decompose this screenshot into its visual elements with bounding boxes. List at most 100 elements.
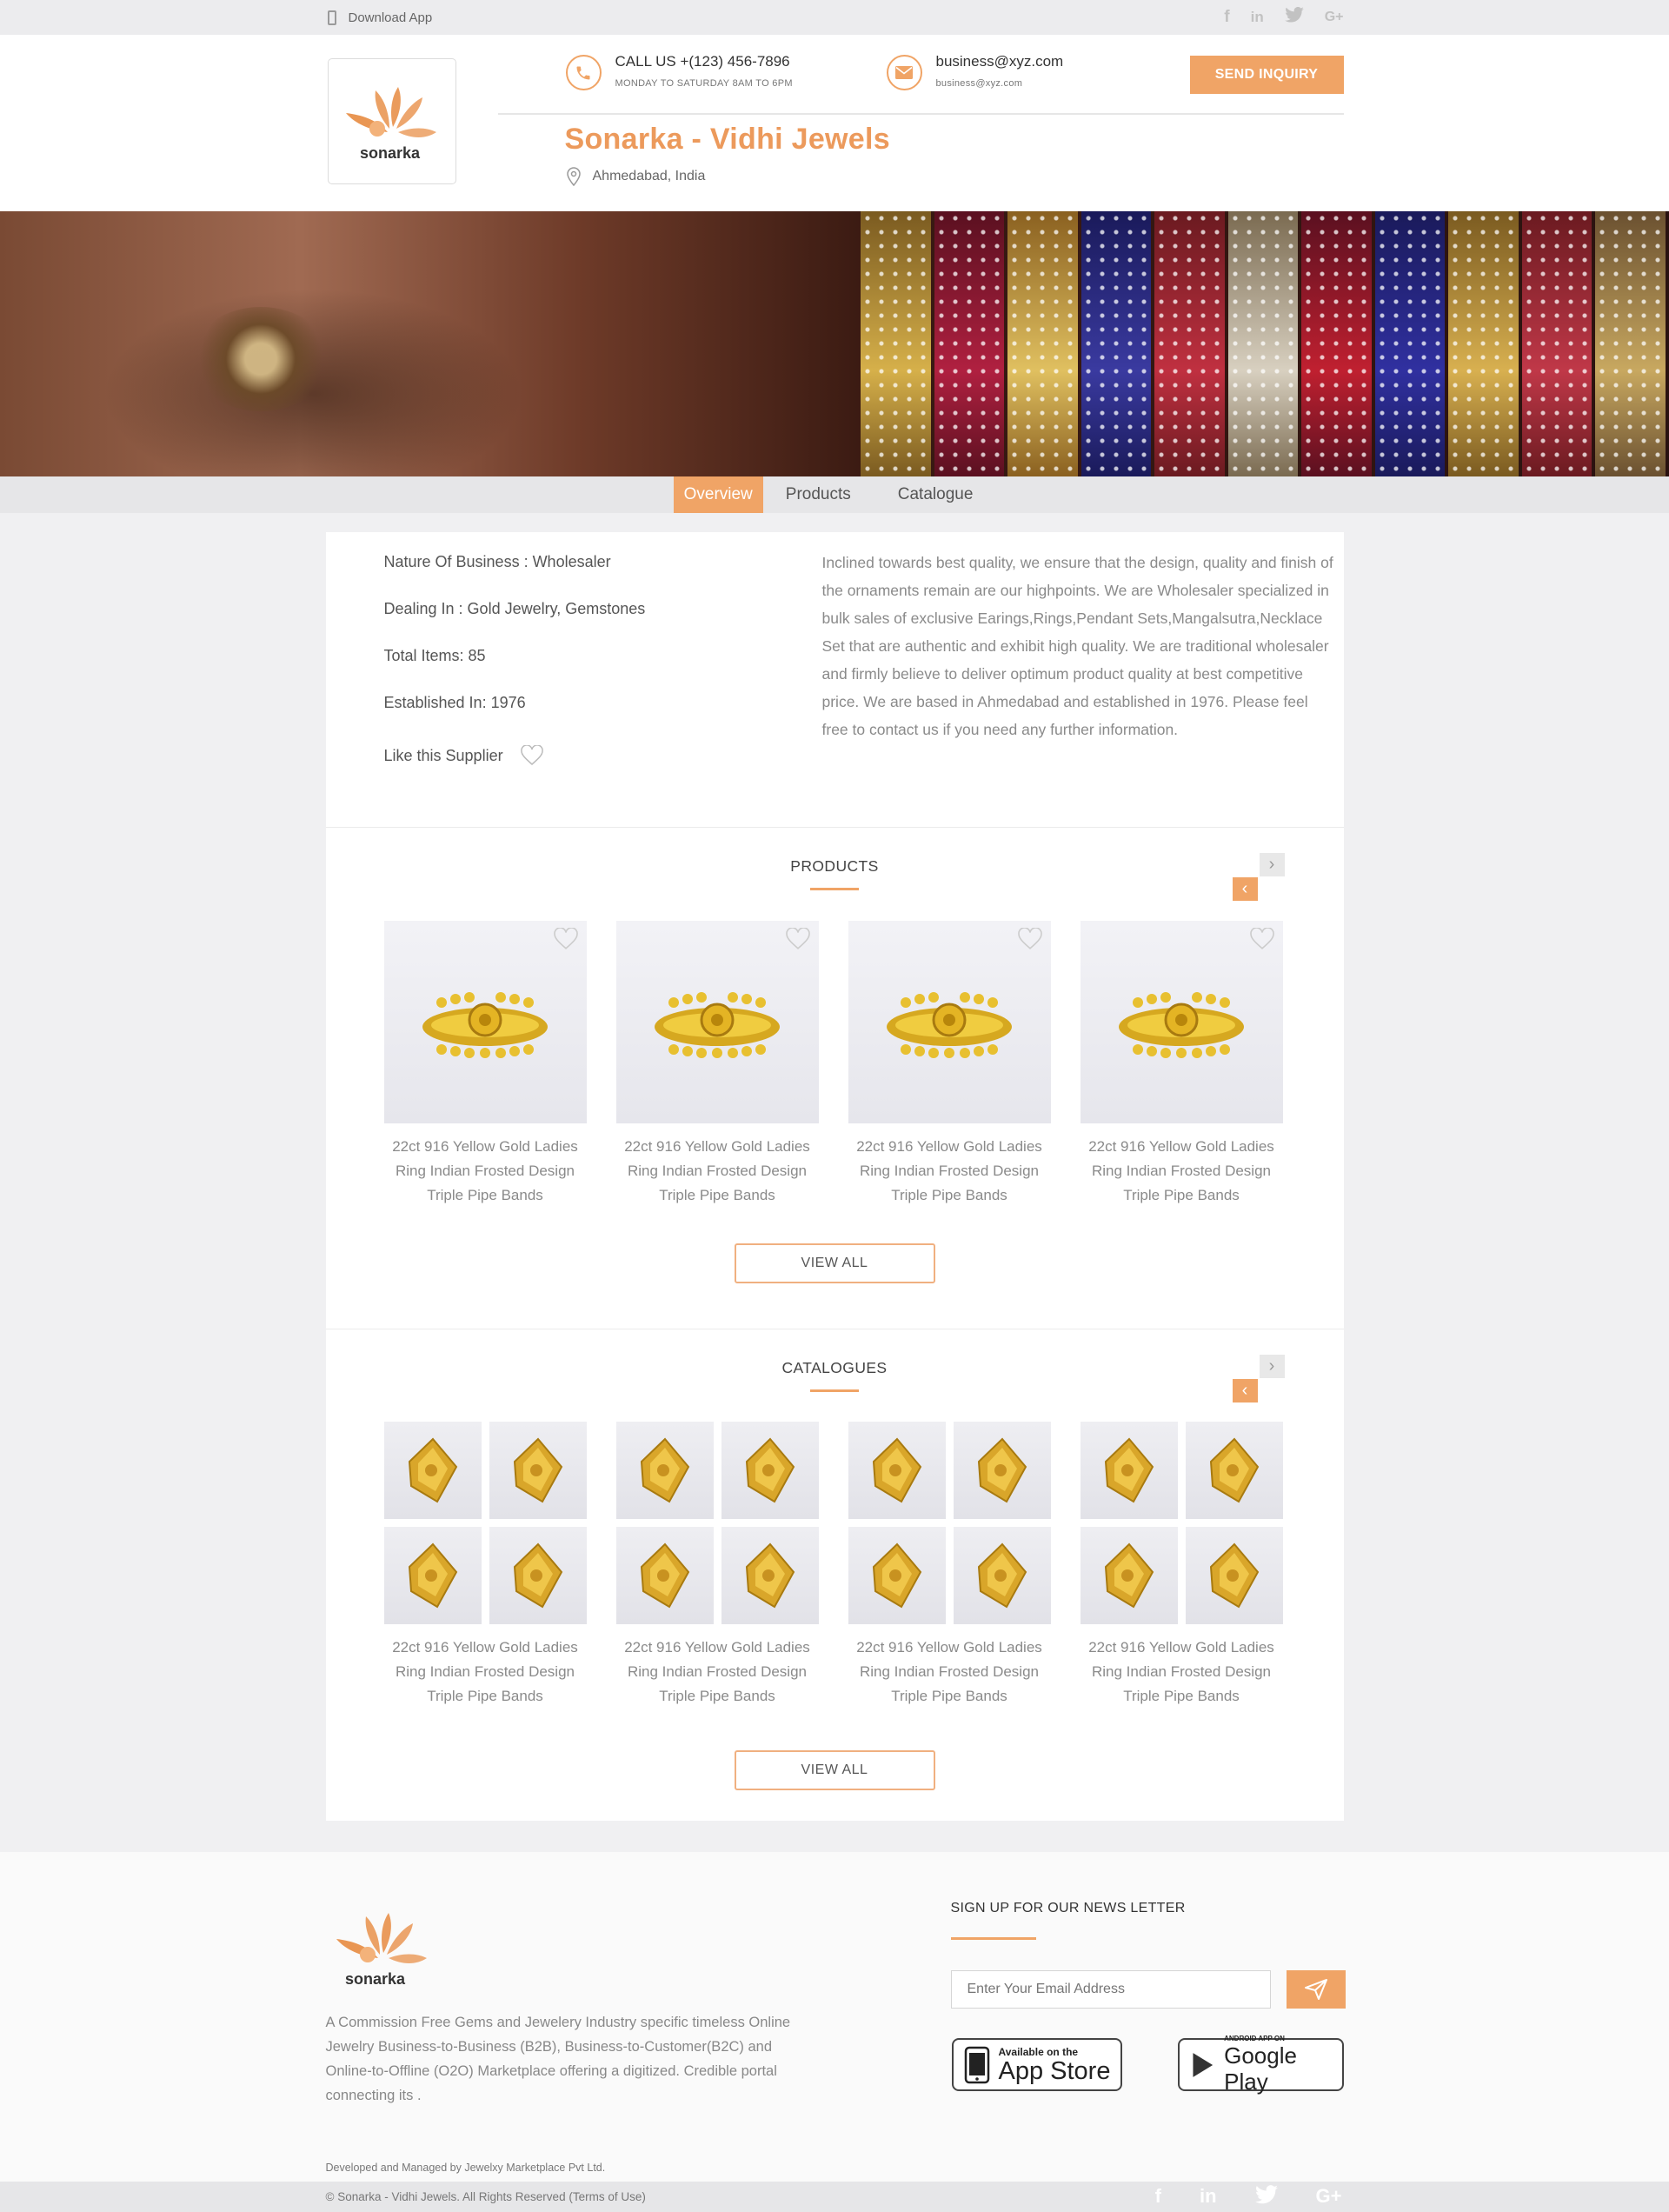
tab-overview[interactable]: Overview xyxy=(673,476,763,513)
bangles-image xyxy=(861,211,1669,476)
product-card[interactable]: 22ct 916 Yellow Gold Ladies Ring Indian … xyxy=(848,921,1051,1208)
product-name[interactable]: 22ct 916 Yellow Gold Ladies Ring Indian … xyxy=(1081,1135,1283,1208)
mail-icon xyxy=(886,55,922,90)
linkedin-icon[interactable]: in xyxy=(1200,2185,1217,2209)
product-name[interactable]: 22ct 916 Yellow Gold Ladies Ring Indian … xyxy=(848,1135,1051,1208)
catalogues-title: CATALOGUES xyxy=(781,1359,888,1376)
catalogue-thumbnail[interactable] xyxy=(383,1422,482,1519)
facebook-icon[interactable]: f xyxy=(1155,2185,1161,2209)
call-us-block: CALL US +(123) 456-7896 MONDAY TO SATURD… xyxy=(565,52,793,90)
catalogue-thumbnail[interactable] xyxy=(615,1527,714,1624)
google-plus-icon[interactable]: G+ xyxy=(1316,2185,1342,2209)
heart-icon[interactable] xyxy=(1017,928,1042,950)
catalogue-name[interactable]: 22ct 916 Yellow Gold Ladies Ring Indian … xyxy=(384,1636,587,1709)
product-image[interactable] xyxy=(848,921,1051,1123)
mobile-icon xyxy=(327,10,336,25)
newsletter-submit-button[interactable] xyxy=(1286,1970,1346,2009)
facebook-icon[interactable]: f xyxy=(1224,8,1229,27)
header: sonarka CALL US +(123) 456-7896 MONDAY T… xyxy=(0,35,1669,211)
newsletter-title: SIGN UP FOR OUR NEWS LETTER xyxy=(950,1901,1186,1916)
heart-icon[interactable] xyxy=(1249,928,1274,950)
established-in: Established In: 1976 xyxy=(383,694,526,711)
product-image[interactable] xyxy=(615,921,819,1123)
location-pin-icon xyxy=(566,167,581,186)
catalogue-card[interactable]: 22ct 916 Yellow Gold Ladies Ring Indian … xyxy=(615,1422,819,1709)
send-inquiry-button[interactable]: SEND INQUIRY xyxy=(1189,56,1344,94)
phone-icon xyxy=(964,2046,989,2083)
linkedin-icon[interactable]: in xyxy=(1251,9,1264,26)
catalogue-thumbnail[interactable] xyxy=(1080,1527,1178,1624)
twitter-icon[interactable] xyxy=(1254,2184,1278,2209)
catalogue-name[interactable]: 22ct 916 Yellow Gold Ladies Ring Indian … xyxy=(848,1636,1051,1709)
catalogues-prev-button[interactable]: ‹ xyxy=(1232,1379,1258,1402)
catalogue-card[interactable]: 22ct 916 Yellow Gold Ladies Ring Indian … xyxy=(848,1422,1051,1709)
download-app-link[interactable]: Download App xyxy=(326,10,432,25)
product-card[interactable]: 22ct 916 Yellow Gold Ladies Ring Indian … xyxy=(1080,921,1283,1208)
catalogue-card[interactable]: 22ct 916 Yellow Gold Ladies Ring Indian … xyxy=(1080,1422,1283,1709)
twitter-icon[interactable] xyxy=(1284,6,1304,28)
catalogue-thumbnail[interactable] xyxy=(721,1422,819,1519)
product-image[interactable] xyxy=(1080,921,1283,1123)
catalogue-thumbnails[interactable] xyxy=(1080,1422,1283,1624)
newsletter-email-input[interactable] xyxy=(950,1970,1271,2009)
google-plus-icon[interactable]: G+ xyxy=(1325,10,1344,25)
footer: sonarka A Commission Free Gems and Jewel… xyxy=(0,1852,1669,2182)
products-view-all-button[interactable]: VIEW ALL xyxy=(734,1243,935,1283)
catalogue-thumbnail[interactable] xyxy=(1080,1422,1178,1519)
chevron-left-icon: ‹ xyxy=(1241,879,1248,898)
product-name[interactable]: 22ct 916 Yellow Gold Ladies Ring Indian … xyxy=(384,1135,587,1208)
footer-logo[interactable]: sonarka xyxy=(326,1904,439,1995)
google-play-badge[interactable]: ANDROID APP ON Google Play xyxy=(1177,2035,1344,2095)
catalogue-name[interactable]: 22ct 916 Yellow Gold Ladies Ring Indian … xyxy=(616,1636,819,1709)
send-icon xyxy=(1304,1979,1327,2000)
catalogue-name[interactable]: 22ct 916 Yellow Gold Ladies Ring Indian … xyxy=(1081,1636,1283,1709)
total-items: Total Items: 85 xyxy=(383,647,486,664)
call-hours: MONDAY TO SATURDAY 8AM TO 6PM xyxy=(615,78,793,89)
heart-icon[interactable] xyxy=(553,928,578,950)
products-title-underline xyxy=(810,888,859,890)
heart-icon[interactable] xyxy=(520,745,543,766)
product-image[interactable] xyxy=(383,921,587,1123)
product-card[interactable]: 22ct 916 Yellow Gold Ladies Ring Indian … xyxy=(615,921,819,1208)
products-next-button[interactable]: › xyxy=(1259,853,1285,876)
tab-bar: Overview Products Catalogue xyxy=(0,476,1669,513)
email-main[interactable]: business@xyz.com xyxy=(936,52,1064,71)
catalogue-thumbnail[interactable] xyxy=(848,1527,946,1624)
ring-decoration xyxy=(191,307,330,411)
catalogue-thumbnail[interactable] xyxy=(953,1422,1051,1519)
footer-social-links: f in G+ xyxy=(1155,2185,1342,2209)
products-prev-button[interactable]: ‹ xyxy=(1232,877,1258,901)
overview-section: Nature Of Business : Wholesaler Dealing … xyxy=(325,532,1344,828)
catalogue-thumbnail[interactable] xyxy=(1185,1422,1283,1519)
catalogue-thumbnail[interactable] xyxy=(615,1422,714,1519)
tab-products[interactable]: Products xyxy=(763,476,874,513)
company-logo[interactable]: sonarka xyxy=(327,58,456,184)
app-store-badge[interactable]: Available on the App Store xyxy=(951,2038,1123,2091)
call-us-text[interactable]: CALL US +(123) 456-7896 xyxy=(615,52,793,71)
header-divider xyxy=(497,113,1344,115)
catalogue-thumbnails[interactable] xyxy=(615,1422,819,1624)
products-title: PRODUCTS xyxy=(790,857,879,875)
catalogue-thumbnails[interactable] xyxy=(848,1422,1051,1624)
catalogue-thumbnail[interactable] xyxy=(383,1527,482,1624)
email-sub[interactable]: business@xyz.com xyxy=(936,78,1064,89)
catalogue-thumbnails[interactable] xyxy=(383,1422,587,1624)
product-card[interactable]: 22ct 916 Yellow Gold Ladies Ring Indian … xyxy=(383,921,587,1208)
catalogue-thumbnail[interactable] xyxy=(953,1527,1051,1624)
chevron-left-icon: ‹ xyxy=(1241,1381,1248,1400)
catalogue-thumbnail[interactable] xyxy=(489,1422,587,1519)
catalogue-thumbnail[interactable] xyxy=(489,1527,587,1624)
like-supplier[interactable]: Like this Supplier xyxy=(384,745,646,766)
catalogues-view-all-button[interactable]: VIEW ALL xyxy=(734,1750,935,1790)
heart-icon[interactable] xyxy=(785,928,810,950)
catalogue-thumbnail[interactable] xyxy=(1185,1527,1283,1624)
google-play-small-text: ANDROID APP ON xyxy=(1224,2035,1285,2042)
tab-catalogue[interactable]: Catalogue xyxy=(874,476,996,513)
chevron-right-icon: › xyxy=(1268,1356,1275,1376)
catalogue-card[interactable]: 22ct 916 Yellow Gold Ladies Ring Indian … xyxy=(383,1422,587,1709)
catalogue-thumbnail[interactable] xyxy=(721,1527,819,1624)
company-description: Inclined towards best quality, we ensure… xyxy=(821,554,1333,738)
catalogue-thumbnail[interactable] xyxy=(848,1422,946,1519)
catalogues-next-button[interactable]: › xyxy=(1259,1355,1285,1378)
product-name[interactable]: 22ct 916 Yellow Gold Ladies Ring Indian … xyxy=(616,1135,819,1208)
